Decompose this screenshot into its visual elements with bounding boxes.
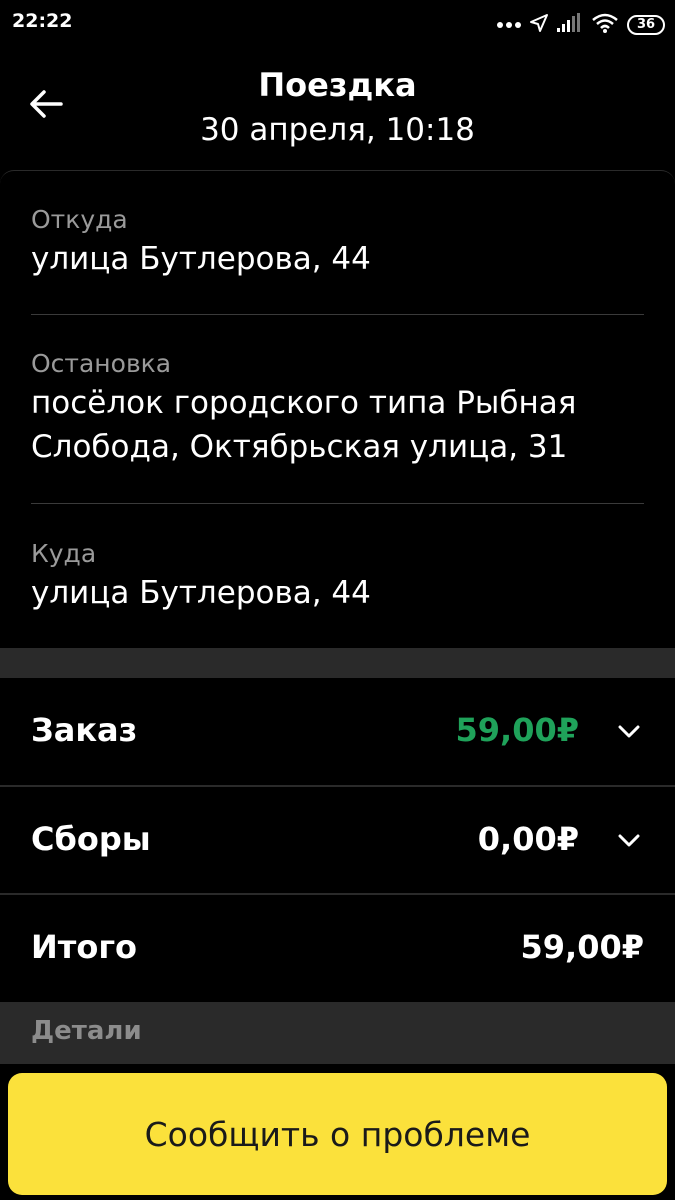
order-price: 59,00₽ — [455, 711, 579, 749]
divider — [31, 314, 644, 315]
status-icons: 36 — [486, 12, 665, 38]
trip-date: 30 апреля, 10:18 — [200, 112, 475, 148]
stop-address-line1: посёлок городского типа Рыбная — [31, 385, 577, 421]
location-arrow-icon — [529, 13, 549, 37]
report-problem-button[interactable]: Сообщить о проблеме — [8, 1073, 667, 1195]
wifi-icon — [591, 12, 619, 38]
more-dots-icon — [494, 22, 521, 28]
page-title: Поездка — [258, 66, 417, 104]
route-card: Откуда улица Бутлерова, 44 Остановка пос… — [0, 170, 675, 649]
route-to: Куда улица Бутлерова, 44 — [31, 537, 644, 615]
route-stop: Остановка посёлок городского типа Рыбная… — [31, 347, 644, 469]
order-row[interactable]: Заказ 59,00₽ — [0, 678, 675, 786]
chevron-down-icon[interactable] — [613, 716, 645, 748]
details-label: Детали — [31, 1016, 142, 1046]
route-from: Откуда улица Бутлерова, 44 — [31, 203, 644, 281]
to-address: улица Бутлерова, 44 — [31, 575, 371, 611]
stop-label: Остановка — [31, 349, 172, 378]
divider — [31, 503, 644, 504]
fees-label: Сборы — [31, 820, 151, 858]
total-price: 59,00₽ — [520, 928, 644, 966]
status-bar: 22:22 36 — [0, 0, 675, 50]
to-label: Куда — [31, 539, 97, 568]
chevron-down-icon[interactable] — [613, 825, 645, 857]
from-address: улица Бутлерова, 44 — [31, 241, 371, 277]
section-separator — [0, 648, 675, 678]
total-label: Итого — [31, 928, 138, 966]
battery-icon: 36 — [627, 15, 665, 35]
bottom-action-area: Сообщить о проблеме — [0, 1064, 675, 1200]
fees-row[interactable]: Сборы 0,00₽ — [0, 787, 675, 895]
header: Поездка 30 апреля, 10:18 — [0, 56, 675, 166]
details-section-header: Детали — [0, 1002, 675, 1064]
total-row: Итого 59,00₽ — [0, 895, 675, 1003]
fees-price: 0,00₽ — [477, 820, 579, 858]
stop-address-line2: Слобода, Октябрьская улица, 31 — [31, 429, 568, 465]
status-time: 22:22 — [12, 10, 73, 32]
from-label: Откуда — [31, 205, 128, 234]
order-label: Заказ — [31, 711, 138, 749]
signal-icon — [557, 13, 583, 37]
